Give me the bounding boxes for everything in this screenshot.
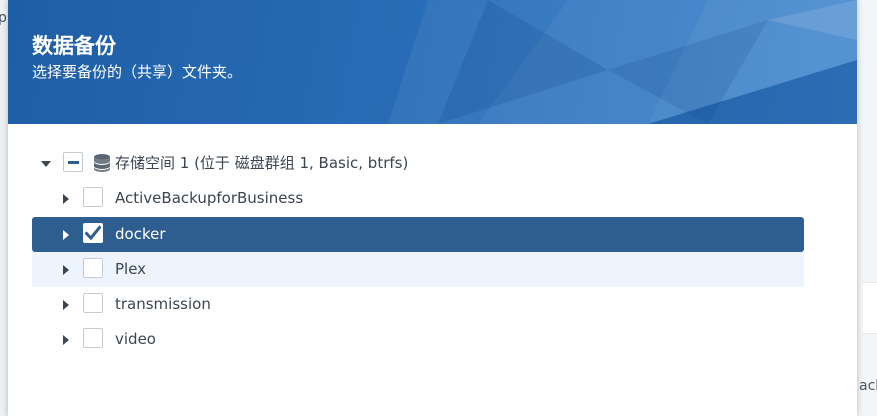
tree-root-row[interactable]: 存储空间 1 (位于 磁盘群组 1, Basic, btrfs) [32,146,804,181]
expand-arrow-icon[interactable] [63,335,69,345]
background-text-fragment: p [0,10,7,26]
tree-item-label: Plex [115,260,147,278]
dialog-title: 数据备份 [32,34,116,58]
tree-item-label: ActiveBackupforBusiness [115,189,304,207]
tree-item-docker[interactable]: docker [32,217,804,252]
partial-checkbox[interactable] [63,152,83,172]
checkbox[interactable] [83,328,103,348]
tree-item-label: video [115,330,156,348]
checkbox[interactable] [83,187,103,207]
tree-item-video[interactable]: video [32,322,804,357]
backup-dialog: 数据备份 选择要备份的（共享）文件夹。 存储空间 1 (位于 磁盘群组 1, B… [8,0,857,416]
background-window-right: ack [857,0,877,416]
checkbox[interactable] [83,258,103,278]
dialog-header: 数据备份 选择要备份的（共享）文件夹。 [8,0,857,124]
tree-item-label: transmission [115,295,211,313]
dialog-subtitle: 选择要备份的（共享）文件夹。 [32,63,243,81]
background-window-left: p [0,0,8,416]
expand-arrow-icon[interactable] [63,194,69,204]
expand-arrow-icon[interactable] [63,230,69,240]
tree-item-activebackup[interactable]: ActiveBackupforBusiness [32,181,804,216]
expand-arrow-icon[interactable] [63,265,69,275]
collapse-arrow-icon[interactable] [41,161,51,167]
checkmark-icon [85,225,101,241]
tree-item-plex[interactable]: Plex [32,252,804,287]
background-text-fragment: ack [859,378,877,394]
tree-item-transmission[interactable]: transmission [32,287,804,322]
tree-item-label: docker [115,225,166,243]
checkbox[interactable] [83,293,103,313]
background-panel [863,282,877,334]
checked-checkbox[interactable] [83,223,103,243]
expand-arrow-icon[interactable] [63,300,69,310]
database-icon [94,154,110,172]
tree-root-label: 存储空间 1 (位于 磁盘群组 1, Basic, btrfs) [115,154,409,172]
